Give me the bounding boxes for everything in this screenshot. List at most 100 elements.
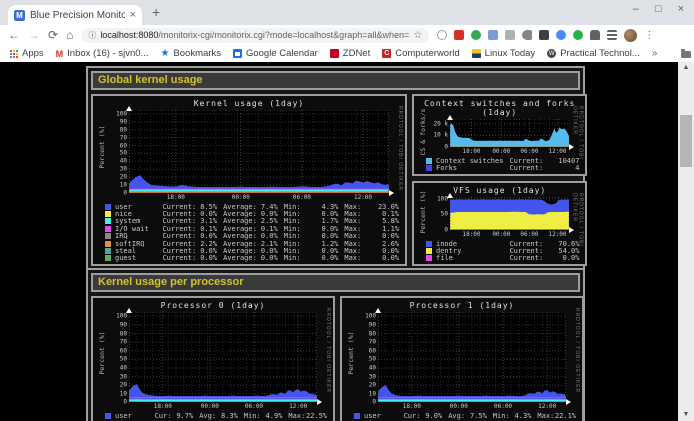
window-minimize-button[interactable]: – <box>633 3 639 15</box>
x-tick-label: 06:00 <box>520 231 538 238</box>
x-tick-label: 18:00 <box>462 231 480 238</box>
x-axis-arrow <box>566 399 571 405</box>
legend-row: fileCurrent:0.0% <box>426 255 579 262</box>
scrollbar-down-arrow[interactable]: ▼ <box>678 409 694 421</box>
chart-legend: userCur:9.0%Avg:7.5%Min:4.3%Max:22.1%nic… <box>354 412 576 421</box>
legend-color-swatch <box>426 158 432 164</box>
forward-button: → <box>28 29 40 41</box>
folder-icon <box>681 51 691 58</box>
url-path: /monitorix-cgi/monitorix.cgi?mode=localh… <box>158 30 409 40</box>
pages-extension-icon[interactable] <box>488 30 498 40</box>
gray-extension-icon[interactable] <box>505 30 515 40</box>
page-info-icon[interactable]: ⓘ <box>88 30 96 41</box>
chart-panel-kernel-usage[interactable]: Kernel usage (1day)Percent (%)0102030405… <box>91 94 407 266</box>
x-tick-label: 12:00 <box>548 231 566 238</box>
reload-button[interactable]: ⟳ <box>48 29 58 41</box>
y-tick-label: 0 <box>424 144 448 151</box>
url-text[interactable]: localhost:8080/monitorix-cgi/monitorix.c… <box>100 30 409 40</box>
green-circle-extension-icon[interactable] <box>573 30 583 40</box>
y-tick-label: 50 <box>352 356 376 363</box>
y-tick-label: 0 <box>103 189 127 196</box>
new-tab-button[interactable]: + <box>152 4 160 20</box>
monitorix-favicon-icon: M <box>14 10 25 21</box>
url-domain: localhost:8080 <box>100 30 158 40</box>
home-button[interactable]: ⌂ <box>66 29 73 41</box>
tab-close-icon[interactable]: × <box>130 10 136 21</box>
list-extension-icon[interactable] <box>607 30 617 40</box>
other-bookmarks-button[interactable]: Other bookmarks <box>681 48 694 59</box>
y-tick-label: 50 <box>424 211 448 218</box>
bookmark-apps[interactable]: Apps <box>10 48 44 59</box>
x-tick-label: 00:00 <box>201 403 219 410</box>
bookmark-inbox[interactable]: M Inbox (16) - sjvn0... <box>56 48 149 59</box>
x-tick-label: 18:00 <box>167 194 185 201</box>
page-scrollbar[interactable]: ▲ ▼ <box>678 62 694 421</box>
y-tick-label: 60 <box>103 347 127 354</box>
y-tick-label: 10 <box>103 181 127 188</box>
x-tick-label: 18:00 <box>462 148 480 155</box>
back-button[interactable]: ← <box>8 29 20 41</box>
profile-avatar[interactable] <box>624 29 637 42</box>
bookmark-bookmarks[interactable]: ★ Bookmarks <box>160 48 220 59</box>
scrollbar-thumb[interactable] <box>680 115 692 167</box>
puzzle-extensions-icon[interactable] <box>590 30 600 40</box>
gmail-icon: M <box>56 49 64 59</box>
x-axis-arrow <box>317 399 322 405</box>
x-axis-ticks: 18:0000:0006:0012:00 <box>129 402 317 410</box>
legend-stat: Max:0.0% <box>344 254 399 262</box>
bookmark-computerworld[interactable]: C Computerworld <box>382 48 459 59</box>
chart-panel-context-switches[interactable]: Context switches and forks (1day)CS & fo… <box>412 94 587 176</box>
legend-series-name: file <box>436 254 503 262</box>
legend-color-swatch <box>105 255 111 261</box>
bookmark-zdnet[interactable]: ZDNet <box>330 48 370 59</box>
y-tick-label: 80 <box>103 126 127 133</box>
section-title: Kernel usage per processor <box>91 273 580 292</box>
legend-color-swatch <box>105 233 111 239</box>
star-icon: ★ <box>160 48 169 59</box>
dark-square-extension-icon[interactable] <box>539 30 549 40</box>
legend-stat-value: 0.0% <box>261 254 278 262</box>
y-tick-label: 0 <box>424 226 448 233</box>
bookmark-google-calendar[interactable]: Google Calendar <box>233 48 318 59</box>
legend-color-swatch <box>426 255 432 261</box>
y-tick-label: 50 <box>103 150 127 157</box>
chart-plot-area: Percent (%)0102030405060708090100 <box>129 110 389 193</box>
window-maximize-button[interactable]: □ <box>655 3 662 15</box>
y-tick-label: 100 <box>352 313 376 320</box>
bookmarks-overflow-chevron[interactable]: » <box>652 48 658 59</box>
blue-oval-extension-icon[interactable] <box>556 30 566 40</box>
chrome-menu-icon[interactable]: ⋮ <box>644 30 654 41</box>
url-bar[interactable]: ⓘ localhost:8080/monitorix-cgi/monitorix… <box>81 28 429 43</box>
legend-stat-label: Max: <box>344 254 361 262</box>
y-tick-label: 40 <box>103 364 127 371</box>
y-tick-label: 10 <box>352 390 376 397</box>
browser-tab[interactable]: M Blue Precision Monitorix × <box>8 5 142 25</box>
y-tick-label: 50 <box>103 356 127 363</box>
y-tick-label: 100 <box>103 313 127 320</box>
browser-toolbar: ← → ⟳ ⌂ ⓘ localhost:8080/monitorix-cgi/m… <box>0 25 694 45</box>
extensions-row: ⋮ <box>437 29 654 42</box>
chart-panel-processor-0[interactable]: Processor 0 (1day)Percent (%)01020304050… <box>91 296 335 421</box>
speaker-extension-icon[interactable] <box>522 30 532 40</box>
window-close-button[interactable]: × <box>678 3 684 15</box>
x-axis-ticks: 18:0000:0006:0012:00 <box>450 147 569 155</box>
scrollbar-up-arrow[interactable]: ▲ <box>678 62 694 74</box>
bookmark-star-icon[interactable]: ☆ <box>413 30 422 41</box>
chart-legend: Context switchesCurrent:10407ForksCurren… <box>426 157 579 172</box>
gmail-extension-icon[interactable] <box>454 30 464 40</box>
y-tick-label: 90 <box>103 321 127 328</box>
x-tick-label: 06:00 <box>245 403 263 410</box>
legend-stat: Current:4 <box>509 164 579 172</box>
globe-extension-icon[interactable] <box>471 30 481 40</box>
chart-main: CS & forks/s010 k20 k18:0000:0006:0012:0… <box>450 119 569 155</box>
y-axis-arrow <box>126 308 132 313</box>
linux-today-icon <box>472 49 481 58</box>
chart-panel-vfs-usage[interactable]: VFS usage (1day)Percent (%)05010018:0000… <box>412 181 587 266</box>
search-extension-icon[interactable] <box>437 30 447 40</box>
bookmark-linux-today[interactable]: Linux Today <box>472 48 536 59</box>
legend-stat: Average:0.0% <box>223 254 278 262</box>
chart-panel-processor-1[interactable]: Processor 1 (1day)Percent (%)01020304050… <box>340 296 584 421</box>
bookmark-practical-technology[interactable]: W Practical Technol... <box>547 48 640 59</box>
legend-stat: Min:0.0% <box>284 254 339 262</box>
x-tick-label: 00:00 <box>232 194 250 201</box>
